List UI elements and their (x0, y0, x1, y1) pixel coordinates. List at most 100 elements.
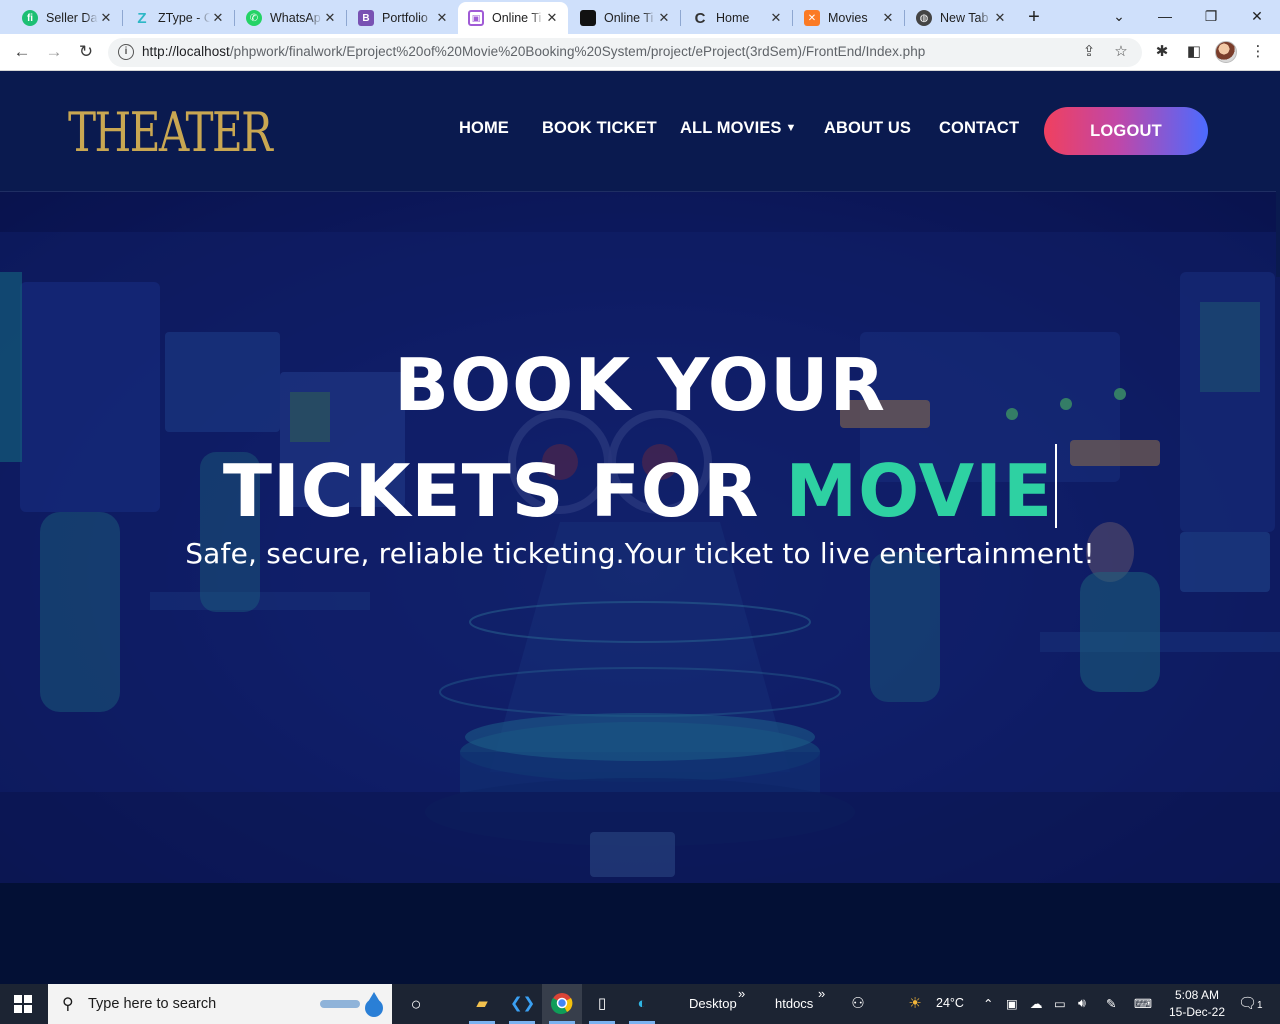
profile-avatar[interactable] (1215, 41, 1237, 63)
typing-caret (1055, 444, 1058, 528)
new-tab-button[interactable]: + (1022, 6, 1046, 30)
chrome-icon[interactable] (550, 992, 574, 1016)
tab-title: ZType - C (158, 11, 210, 25)
vscode-icon[interactable]: ❮❯ (510, 992, 535, 1016)
hero-banner: BOOK YOUR TICKETS FOR MOVIE Safe, secure… (0, 192, 1280, 883)
hero-subtitle: Safe, secure, reliable ticketing.Your ti… (185, 537, 1095, 570)
toolbar-htdocs[interactable]: htdocs (775, 996, 813, 1011)
close-icon[interactable]: ✕ (992, 10, 1008, 26)
tab-strip: fi Seller Da ✕ Z ZType - C ✕ ✆ WhatsAp ✕… (0, 0, 1280, 34)
reload-button[interactable]: ↻ (72, 39, 100, 67)
people-icon[interactable]: ⚇ (846, 992, 870, 1016)
tab-2[interactable]: ✆ WhatsAp ✕ (236, 4, 346, 32)
tab-7[interactable]: ✕ Movies ✕ (794, 4, 904, 32)
weather-icon[interactable]: ☀ (903, 992, 927, 1016)
close-icon[interactable]: ✕ (544, 10, 560, 26)
tab-5[interactable]: Online Ti ✕ (570, 4, 680, 32)
search-placeholder: Type here to search (88, 996, 217, 1012)
side-panel-icon[interactable]: ◧ (1184, 42, 1204, 62)
hero-heading-prefix: TICKETS FOR (222, 449, 760, 533)
chevron-right-icon[interactable]: » (738, 986, 745, 1001)
close-icon[interactable]: ✕ (768, 10, 784, 26)
toolbar-desktop[interactable]: Desktop (689, 996, 737, 1011)
tab-6[interactable]: C Home ✕ (682, 4, 792, 32)
ztype-icon: Z (137, 9, 147, 27)
address-bar[interactable]: i http://localhost/phpwork/finalwork/Epr… (108, 38, 1142, 67)
close-icon[interactable]: ✕ (98, 10, 114, 26)
tab-4-active[interactable]: ▣ Online Ti ✕ (458, 2, 568, 34)
hero-heading-accent: MOVIE (785, 449, 1054, 533)
chevron-right-icon[interactable]: » (818, 986, 825, 1001)
search-highlight-illustration (320, 992, 383, 1017)
windows-start-icon[interactable] (14, 995, 32, 1013)
hero-heading-line2: TICKETS FOR MOVIE (0, 444, 1280, 537)
back-button[interactable]: ← (8, 39, 36, 67)
temperature[interactable]: 24°C (936, 996, 964, 1010)
close-icon[interactable]: ✕ (656, 10, 672, 26)
chevron-down-icon: ▼ (785, 122, 797, 134)
bookmark-star-icon[interactable]: ☆ (1112, 44, 1130, 62)
tab-3[interactable]: B Portfolio ✕ (348, 4, 458, 32)
search-icon: ⚲ (62, 996, 74, 1013)
tab-search-icon[interactable]: ⌄ (1096, 4, 1142, 30)
menu-kebab-icon[interactable]: ⋮ (1248, 42, 1268, 62)
xampp-icon: ✕ (804, 10, 820, 26)
close-icon[interactable]: ✕ (322, 10, 338, 26)
clock-time: 5:08 AM (1174, 988, 1220, 1002)
theater-logo[interactable]: THEATER (68, 93, 273, 173)
nav-contact[interactable]: CONTACT (939, 119, 1019, 138)
tab-title: Movies (828, 11, 868, 25)
page-bottom-section (0, 883, 1280, 984)
site-dark-icon (580, 10, 596, 26)
tab-title: Portfolio (382, 11, 428, 25)
close-icon[interactable]: ✕ (210, 10, 226, 26)
minimize-button[interactable]: — (1142, 4, 1188, 30)
nav-home[interactable]: HOME (459, 119, 509, 138)
logo-text: THEATER (68, 101, 273, 164)
taskbar-search[interactable]: ⚲ Type here to search (48, 984, 392, 1024)
site-icon: ▣ (468, 10, 484, 26)
windows-taskbar: ⚲ Type here to search ○ ▰ ❮❯ ▯ ◐ Desktop… (0, 984, 1280, 1024)
nav-book-ticket[interactable]: BOOK TICKET (542, 119, 657, 138)
taskbar-clock[interactable]: 5:08 AM 15-Dec-22 (1164, 987, 1230, 1021)
notification-icon[interactable]: 🗨︎1 (1238, 994, 1263, 1012)
edge-icon[interactable]: ◐ (630, 992, 654, 1016)
nav-about-us[interactable]: ABOUT US (824, 119, 911, 138)
forward-button[interactable]: → (40, 39, 68, 67)
volume-icon[interactable]: 🔊︎ (1078, 996, 1086, 1011)
pen-icon[interactable]: ✎ (1106, 996, 1116, 1011)
clock-date: 15-Dec-22 (1168, 1005, 1226, 1019)
tab-title: New Tab (940, 11, 989, 25)
chevron-up-icon[interactable]: ⌃ (983, 996, 993, 1011)
onedrive-icon[interactable]: ☁ (1030, 996, 1043, 1011)
tab-title: Seller Da (46, 11, 98, 25)
close-window-button[interactable]: ✕ (1234, 4, 1280, 30)
nav-all-movies-label: ALL MOVIES (680, 119, 782, 137)
notepad-icon[interactable]: ▯ (590, 992, 614, 1016)
cortana-icon[interactable]: ○ (404, 992, 428, 1016)
nav-all-movies[interactable]: ALL MOVIES ▼ (680, 119, 797, 138)
site-header: THEATER HOME BOOK TICKET ALL MOVIES ▼ ABO… (0, 71, 1280, 192)
share-icon[interactable]: ⇪ (1080, 44, 1098, 62)
network-icon[interactable]: ▭ (1054, 996, 1066, 1011)
url-host: http://localhost (142, 44, 230, 59)
restore-button[interactable]: ❐ (1188, 4, 1234, 30)
tab-8[interactable]: ◍ New Tab ✕ (906, 4, 1016, 32)
close-icon[interactable]: ✕ (434, 10, 450, 26)
url-path: /phpwork/finalwork/Eproject%20of%20Movie… (229, 44, 926, 59)
tab-1[interactable]: Z ZType - C ✕ (124, 4, 234, 32)
close-icon[interactable]: ✕ (880, 10, 896, 26)
fiverr-icon: fi (22, 10, 38, 26)
hero-heading-line1: BOOK YOUR (394, 343, 886, 427)
bootstrap-icon: B (358, 10, 374, 26)
file-explorer-icon[interactable]: ▰ (470, 992, 494, 1016)
extensions-icon[interactable]: ✱ (1152, 42, 1172, 62)
meet-icon[interactable]: ▣ (1006, 996, 1018, 1011)
webpage: THEATER HOME BOOK TICKET ALL MOVIES ▼ ABO… (0, 71, 1280, 984)
tab-0[interactable]: fi Seller Da ✕ (12, 4, 122, 32)
page-scrollbar[interactable] (1276, 71, 1280, 277)
url-text[interactable]: http://localhost/phpwork/finalwork/Eproj… (142, 44, 925, 59)
site-info-icon[interactable]: i (118, 44, 134, 60)
logout-button[interactable]: LOGOUT (1044, 107, 1208, 155)
keyboard-icon[interactable]: ⌨ (1134, 996, 1152, 1011)
